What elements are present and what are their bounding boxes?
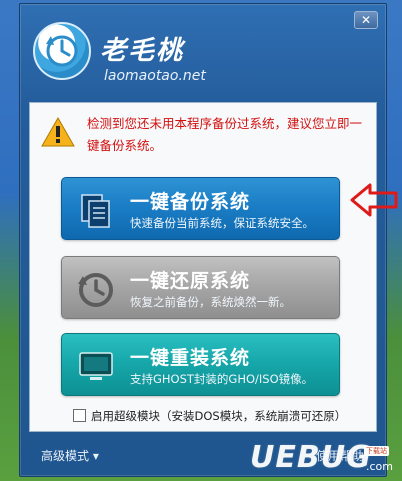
monitor-icon bbox=[79, 352, 113, 380]
backup-title: 一键备份系统 bbox=[130, 191, 251, 213]
advanced-mode-dropdown[interactable]: 高级模式 ▾ bbox=[41, 447, 99, 464]
document-stack-icon bbox=[81, 194, 110, 228]
warning-message: 检测到您还未用本程序备份过系统，建议您立即一键备份系统。 bbox=[87, 116, 363, 153]
super-module-checkbox[interactable] bbox=[73, 409, 86, 422]
watermark-badge: 下载站 bbox=[364, 446, 389, 456]
restore-system-button[interactable]: 一键还原系统 恢复之前备份，系统焕然一新。 bbox=[61, 256, 340, 319]
brand-name: 老毛桃 bbox=[100, 36, 185, 66]
app-window: ✕ 老毛桃 laomaotao.net 检测到您还未用本程序备份过系统，建议您立… bbox=[19, 3, 398, 477]
reinstall-system-button[interactable]: 一键重装系统 支持GHOST封装的GHO/ISO镜像。 bbox=[61, 333, 340, 396]
close-button[interactable]: ✕ bbox=[354, 11, 378, 29]
super-module-option[interactable]: 启用超级模块（安装DOS模块，系统崩溃可还原） bbox=[73, 408, 346, 424]
backup-subtitle: 快速备份当前系统，保证系统安全。 bbox=[130, 216, 314, 230]
watermark-domain: .com bbox=[366, 460, 393, 473]
super-module-label: 启用超级模块（安装DOS模块，系统崩溃可还原） bbox=[91, 409, 347, 423]
restore-title: 一键还原系统 bbox=[130, 270, 251, 292]
history-clock-icon bbox=[78, 273, 113, 307]
watermark-logo: UEBUG bbox=[250, 440, 372, 475]
main-panel: 检测到您还未用本程序备份过系统，建议您立即一键备份系统。 一键备份系统 快速备份… bbox=[29, 102, 398, 432]
restore-subtitle: 恢复之前备份，系统焕然一新。 bbox=[130, 295, 291, 309]
brand-url: laomaotao.net bbox=[104, 68, 206, 84]
reinstall-subtitle: 支持GHOST封装的GHO/ISO镜像。 bbox=[130, 372, 314, 386]
warning-triangle-icon bbox=[41, 117, 75, 147]
logo-icon bbox=[33, 22, 91, 80]
reinstall-title: 一键重装系统 bbox=[130, 347, 251, 369]
pointer-arrow-icon bbox=[350, 183, 398, 217]
backup-system-button[interactable]: 一键备份系统 快速备份当前系统，保证系统安全。 bbox=[61, 177, 340, 240]
